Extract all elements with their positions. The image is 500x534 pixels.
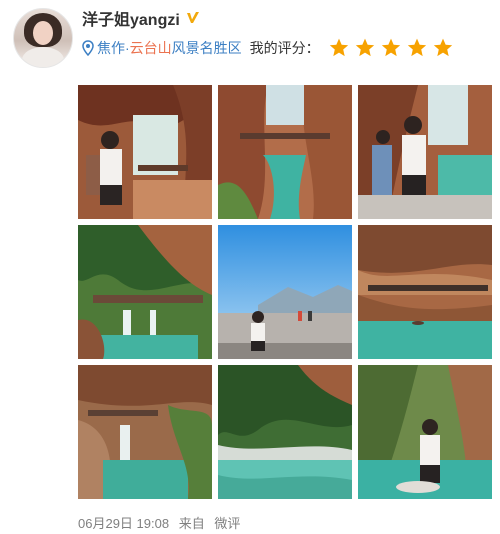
username[interactable]: 洋子姐yangzi (82, 6, 180, 30)
rating-label: 我的评分： (249, 40, 320, 56)
star-icon (407, 38, 426, 57)
photo-5[interactable] (218, 225, 352, 359)
avatar-face (33, 21, 53, 45)
location-rating-line: 焦作 · 云台山 风景名胜区 我的评分： (82, 37, 458, 59)
avatar[interactable] (13, 8, 73, 68)
source-prefix: 来自 (178, 516, 205, 531)
location-pin-icon (82, 40, 94, 56)
source-link[interactable]: 微评 (214, 516, 240, 531)
photo-1[interactable] (78, 85, 212, 219)
photo-2[interactable] (218, 85, 352, 219)
photo-8[interactable] (218, 365, 352, 499)
star-icon (355, 38, 374, 57)
location-city[interactable]: 焦作 (97, 38, 125, 58)
photo-9[interactable] (358, 365, 492, 499)
rating-stars (328, 37, 458, 59)
verified-v-icon (185, 10, 202, 27)
star-icon (433, 38, 452, 57)
photo-grid (78, 85, 492, 499)
location-place-rest[interactable]: 风景名胜区 (172, 38, 242, 58)
star-icon (381, 38, 400, 57)
post-date[interactable]: 06月29日 19:08 (78, 516, 169, 531)
star-icon (329, 38, 348, 57)
photo-3[interactable] (358, 85, 492, 219)
post-meta: 06月29日 19:08 来自 微评 (78, 513, 246, 532)
photo-4[interactable] (78, 225, 212, 359)
username-row: 洋子姐yangzi (82, 6, 202, 30)
photo-6[interactable] (358, 225, 492, 359)
location-place-link[interactable]: 云台山 (130, 38, 172, 58)
photo-7[interactable] (78, 365, 212, 499)
avatar-body (22, 47, 64, 67)
